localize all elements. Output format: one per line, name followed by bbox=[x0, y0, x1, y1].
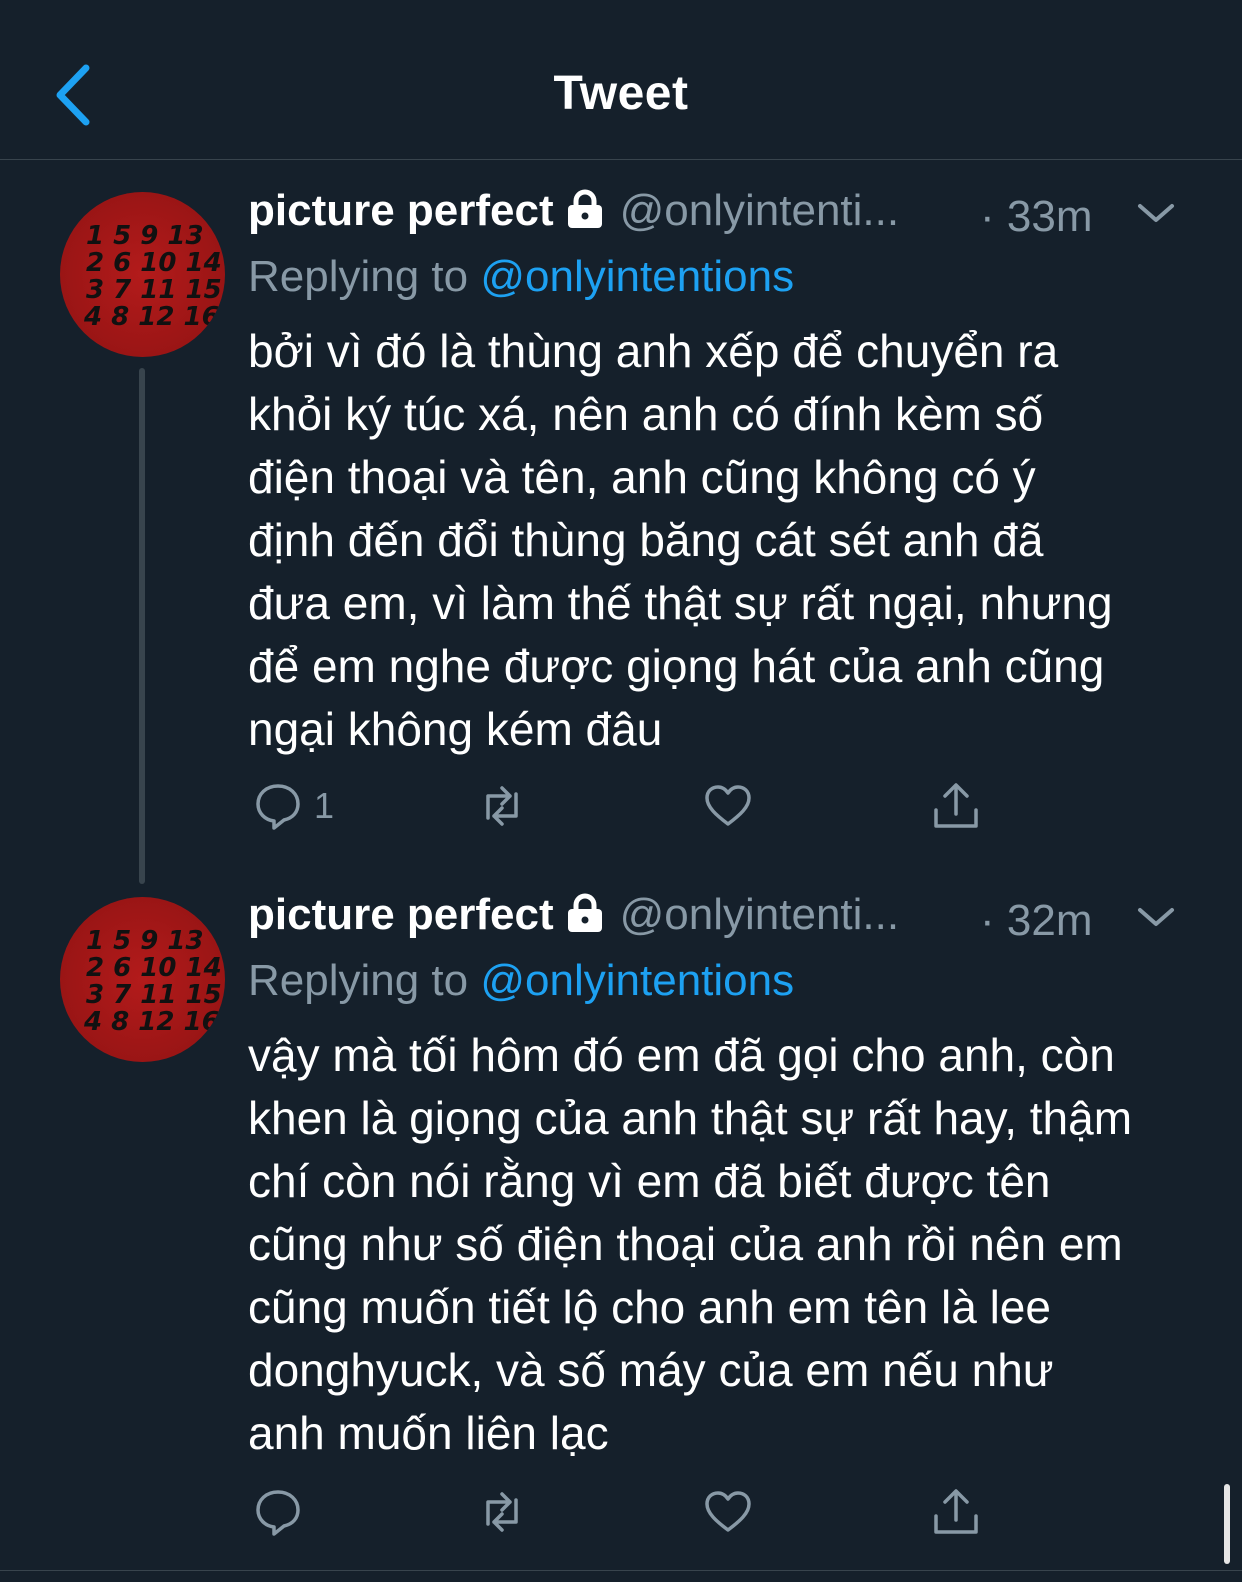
scrollbar[interactable] bbox=[1224, 1484, 1230, 1564]
reply-icon bbox=[256, 1490, 300, 1536]
reply-icon bbox=[256, 784, 300, 830]
like-button[interactable] bbox=[702, 776, 764, 836]
retweet-icon bbox=[486, 1492, 518, 1532]
timestamp[interactable]: · 32m bbox=[980, 896, 1092, 946]
replying-label: Replying to bbox=[248, 956, 469, 1005]
like-button[interactable] bbox=[702, 1482, 764, 1542]
avatar[interactable]: 1 5 9 13 2 6 10 14 3 7 11 15 4 8 12 16 bbox=[60, 897, 225, 1062]
replying-label: Replying to bbox=[248, 252, 469, 301]
lock-icon bbox=[564, 188, 606, 235]
tweet-meta: picture perfect @onlyintenti... bbox=[248, 890, 899, 946]
author-handle[interactable]: @onlyintenti... bbox=[620, 186, 899, 235]
share-icon bbox=[934, 783, 978, 828]
reply-count: 1 bbox=[314, 785, 335, 826]
thread-connector bbox=[139, 368, 145, 884]
svg-text:4 8 12 16: 4 8 12 16 bbox=[83, 302, 220, 332]
heart-icon bbox=[705, 1491, 751, 1532]
replying-to: Replying to @onlyintentions bbox=[248, 956, 794, 1006]
lock-icon bbox=[564, 892, 606, 939]
replying-to-link[interactable]: @onlyintentions bbox=[480, 956, 794, 1005]
avatar-digits: 1 5 9 13 2 6 10 14 3 7 11 15 4 8 12 16 bbox=[83, 926, 222, 1037]
top-nav-bar: Tweet bbox=[0, 0, 1242, 160]
avatar-digits: 1 5 9 13 2 6 10 14 3 7 11 15 4 8 12 16 bbox=[83, 221, 222, 332]
svg-text:4 8 12 16: 4 8 12 16 bbox=[83, 1007, 220, 1037]
author-name[interactable]: picture perfect bbox=[248, 186, 554, 235]
svg-text:3 7 11 15: 3 7 11 15 bbox=[86, 275, 222, 305]
reply-button[interactable] bbox=[252, 1482, 314, 1542]
replying-to-link[interactable]: @onlyintentions bbox=[480, 252, 794, 301]
svg-text:2 6 10 14: 2 6 10 14 bbox=[86, 953, 222, 983]
more-options-button[interactable] bbox=[1136, 902, 1176, 932]
svg-text:3 7 11 15: 3 7 11 15 bbox=[86, 980, 222, 1010]
chevron-down-icon bbox=[1138, 204, 1174, 222]
page-title: Tweet bbox=[553, 67, 689, 120]
avatar[interactable]: 1 5 9 13 2 6 10 14 3 7 11 15 4 8 12 16 bbox=[60, 192, 225, 357]
svg-text:1 5 9 13: 1 5 9 13 bbox=[86, 221, 204, 251]
tweet-meta: picture perfect @onlyintenti... bbox=[248, 186, 899, 242]
retweet-button[interactable] bbox=[476, 1482, 538, 1542]
author-handle[interactable]: @onlyintenti... bbox=[620, 890, 899, 939]
tweet-text: bởi vì đó là thùng anh xếp để chuyển ra … bbox=[248, 325, 1113, 755]
tweet-text: vậy mà tối hôm đó em đã gọi cho anh, còn… bbox=[248, 1029, 1133, 1459]
chevron-down-icon bbox=[1138, 908, 1174, 926]
reply-button[interactable]: 1 bbox=[252, 776, 334, 836]
author-name[interactable]: picture perfect bbox=[248, 890, 554, 939]
share-icon bbox=[934, 1489, 978, 1534]
heart-icon bbox=[705, 785, 751, 826]
share-button[interactable] bbox=[930, 1482, 982, 1542]
divider bbox=[0, 1570, 1242, 1571]
retweet-icon bbox=[486, 786, 518, 826]
share-button[interactable] bbox=[930, 776, 982, 836]
timestamp[interactable]: · 33m bbox=[980, 192, 1092, 242]
svg-text:2 6 10 14: 2 6 10 14 bbox=[86, 248, 222, 278]
svg-text:1 5 9 13: 1 5 9 13 bbox=[86, 926, 204, 956]
replying-to: Replying to @onlyintentions bbox=[248, 252, 794, 302]
retweet-button[interactable] bbox=[476, 776, 538, 836]
more-options-button[interactable] bbox=[1136, 198, 1176, 228]
